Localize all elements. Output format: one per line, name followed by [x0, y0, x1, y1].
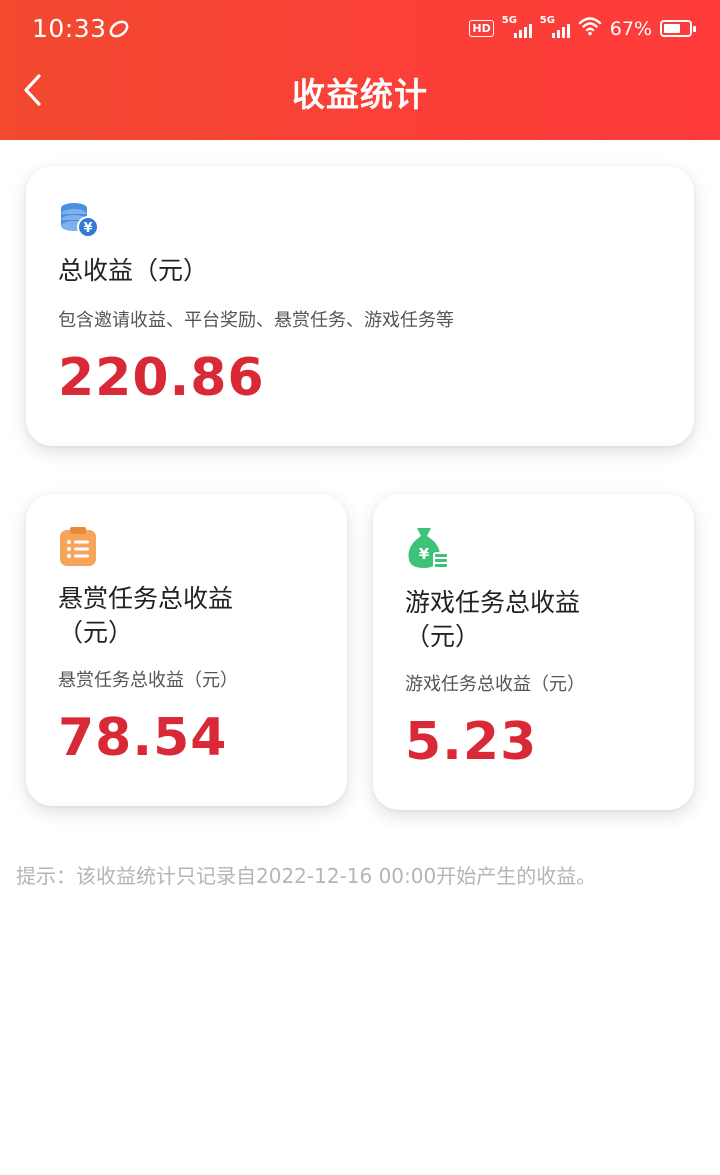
battery-icon	[660, 20, 696, 37]
bounty-earnings-title-line1: 悬赏任务总收益	[58, 584, 234, 613]
app-notification-icon	[108, 18, 130, 40]
tip-text: 提示：该收益统计只记录自2022-12-16 00:00开始产生的收益。	[16, 864, 597, 888]
game-earnings-title-line2: （元）	[405, 622, 481, 651]
game-earnings-subtitle: 游戏任务总收益（元）	[405, 674, 585, 695]
game-earnings-card[interactable]: ¥ 游戏任务总收益 （元） 游戏任务总收益（元） 5.23	[373, 494, 694, 810]
wifi-icon	[578, 16, 602, 41]
battery-percent: 67%	[609, 17, 652, 40]
game-earnings-title-line1: 游戏任务总收益	[405, 588, 581, 617]
clipboard-icon	[58, 526, 100, 568]
page-title: 收益统计	[292, 75, 428, 114]
money-bag-icon: ¥	[405, 526, 449, 568]
bounty-earnings-value: 78.54	[58, 708, 228, 768]
bounty-earnings-title-line2: （元）	[58, 618, 134, 647]
game-earnings-title: 游戏任务总收益 （元）	[405, 586, 580, 654]
bounty-earnings-title: 悬赏任务总收益 （元）	[58, 582, 233, 650]
coins-icon: ¥	[58, 198, 100, 240]
svg-text:¥: ¥	[83, 221, 92, 236]
status-indicators: HD 5G 5G 67%	[469, 15, 696, 41]
total-earnings-subtitle: 包含邀请收益、平台奖励、悬赏任务、游戏任务等	[58, 310, 454, 331]
total-earnings-title: 总收益（元）	[58, 256, 209, 285]
total-earnings-card[interactable]: ¥ 总收益（元） 包含邀请收益、平台奖励、悬赏任务、游戏任务等 220.86	[26, 166, 694, 446]
status-time: 10:33	[32, 14, 107, 43]
status-bar: 10:33 HD 5G 5G 67%	[0, 0, 720, 58]
signal-5g-icon: 5G	[540, 15, 570, 40]
app-header: 10:33 HD 5G 5G 67% 收益统计	[0, 0, 720, 140]
signal-5g-icon: 5G	[502, 15, 532, 40]
hd-icon: HD	[469, 20, 494, 37]
bounty-earnings-card[interactable]: 悬赏任务总收益 （元） 悬赏任务总收益（元） 78.54	[26, 494, 347, 806]
total-earnings-value: 220.86	[58, 348, 265, 408]
bounty-earnings-subtitle: 悬赏任务总收益（元）	[58, 670, 238, 691]
game-earnings-value: 5.23	[405, 712, 538, 772]
svg-text:¥: ¥	[419, 545, 430, 563]
